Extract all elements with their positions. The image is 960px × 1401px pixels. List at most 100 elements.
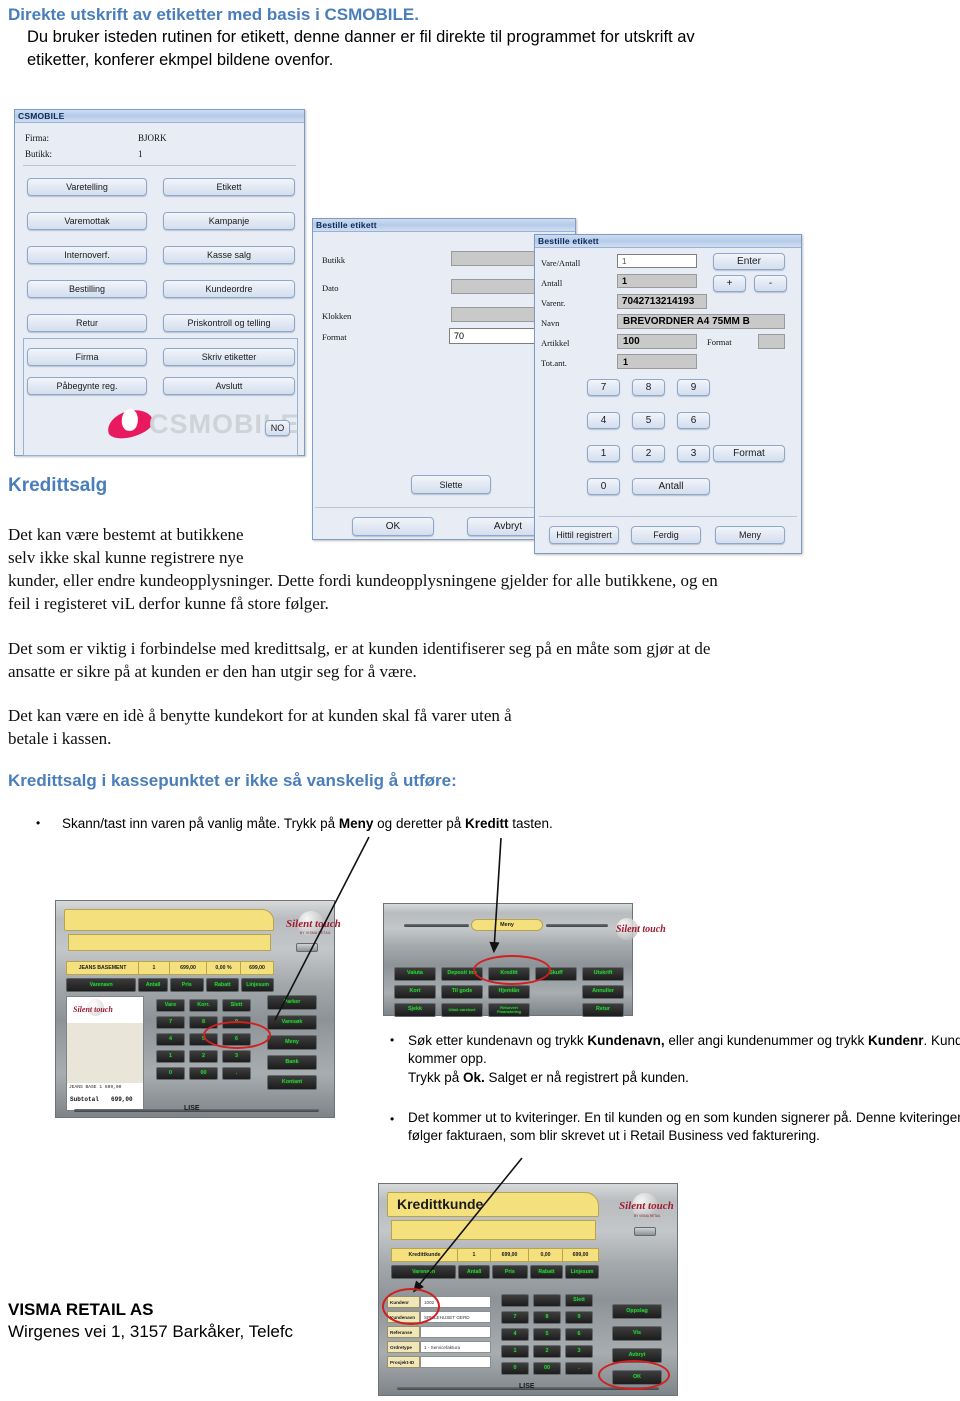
credit-key-slett[interactable]: Slett (565, 1294, 593, 1307)
button-pabegynte-reg[interactable]: Påbegynte reg. (27, 377, 147, 395)
pos-button-varesok[interactable]: Varesøk (267, 1015, 317, 1030)
button-format[interactable]: Format (713, 445, 785, 462)
pos-key-7[interactable]: 7 (156, 1016, 185, 1029)
menu-button-hjemlan[interactable]: Hjemlån (488, 985, 530, 999)
credit-button-oppslag[interactable]: Oppslag (612, 1304, 662, 1319)
menu-button-valuta[interactable]: Valuta (394, 967, 436, 981)
format-side-field[interactable] (758, 334, 785, 349)
credit-key-9[interactable]: 9 (565, 1311, 593, 1324)
credit-key-blank-2[interactable] (533, 1294, 561, 1307)
pos-sale-screen[interactable]: Silent touch BY VISMA RETAIL JEANS BASEM… (55, 900, 341, 1118)
pos-key-2[interactable]: 2 (189, 1050, 218, 1063)
button-avslutt[interactable]: Avslutt (163, 377, 295, 395)
credit-key-period[interactable]: . (565, 1362, 593, 1375)
button-slette[interactable]: Slette (411, 475, 491, 494)
csmobile-window[interactable]: CSMOBILE Firma: BJORK Butikk: 1 Varetell… (14, 109, 305, 456)
keypad-9[interactable]: 9 (677, 379, 710, 396)
button-kasse-salg[interactable]: Kasse salg (163, 246, 295, 264)
keypad-0[interactable]: 0 (587, 478, 620, 495)
credit-key-1[interactable]: 1 (501, 1345, 529, 1358)
line-item-price: 699,00 (170, 962, 207, 974)
credit-form-input-referanse[interactable] (420, 1326, 491, 1338)
keypad-7[interactable]: 7 (587, 379, 620, 396)
language-button-no[interactable]: NO (265, 420, 290, 436)
credit-key-3[interactable]: 3 (565, 1345, 593, 1358)
menu-button-kort[interactable]: Kort (394, 985, 436, 999)
credit-key-5[interactable]: 5 (533, 1328, 561, 1341)
button-minus[interactable]: - (754, 275, 787, 292)
keypad-1[interactable]: 1 (587, 445, 620, 462)
menu-button-uttak[interactable]: Uttak varekort (441, 1003, 483, 1017)
credit-col-pris[interactable]: Pris (492, 1265, 528, 1279)
button-hittil-registrert[interactable]: Hittil registrert (549, 526, 619, 544)
firma-value: BJORK (138, 133, 167, 143)
bestille-etikett-window-right[interactable]: Bestille etikett Vare/Antall 1 Enter Ant… (534, 234, 802, 554)
keypad-3[interactable]: 3 (677, 445, 710, 462)
pos-button-kontant[interactable]: Kontant (267, 1075, 317, 1090)
menu-button-sjekk[interactable]: Sjekk (394, 1003, 436, 1017)
credit-key-0[interactable]: 0 (501, 1362, 529, 1375)
pos-button-parker[interactable]: Parker (267, 995, 317, 1010)
menu-button-returvert[interactable]: Returvert Finansiering (488, 1003, 530, 1017)
pos-key-0[interactable]: 0 (156, 1067, 185, 1080)
credit-key-4[interactable]: 4 (501, 1328, 529, 1341)
menu-button-til-gode[interactable]: Til gode (441, 985, 483, 999)
pos-key-3[interactable]: 3 (222, 1050, 251, 1063)
credit-col-antall[interactable]: Antall (458, 1265, 491, 1279)
button-varetelling[interactable]: Varetelling (27, 178, 147, 196)
button-plus[interactable]: + (713, 275, 746, 292)
button-etikett[interactable]: Etikett (163, 178, 295, 196)
col-linjesum[interactable]: Linjesum (241, 978, 274, 992)
button-kundeordre[interactable]: Kundeordre (163, 280, 295, 298)
button-priskontroll[interactable]: Priskontroll og telling (163, 314, 295, 332)
button-enter[interactable]: Enter (713, 253, 785, 270)
credit-key-8[interactable]: 8 (533, 1311, 561, 1324)
credit-key-blank-1[interactable] (501, 1294, 529, 1307)
bullet1-mid: og deretter på (373, 816, 465, 831)
col-antall[interactable]: Antall (138, 978, 168, 992)
col-pris[interactable]: Pris (169, 978, 204, 992)
button-meny[interactable]: Meny (715, 526, 785, 544)
keypad-2[interactable]: 2 (632, 445, 665, 462)
pos-button-meny[interactable]: Meny (267, 1035, 317, 1050)
credit-key-6[interactable]: 6 (565, 1328, 593, 1341)
credit-col-linjesum[interactable]: Linjesum (565, 1265, 599, 1279)
credit-key-7[interactable]: 7 (501, 1311, 529, 1324)
credit-key-00[interactable]: 00 (533, 1362, 561, 1375)
pos-menu-tab[interactable]: Meny (471, 919, 543, 931)
pos-key-1[interactable]: 1 (156, 1050, 185, 1063)
pos-button-bank[interactable]: Bank (267, 1055, 317, 1070)
button-internoverf[interactable]: Internoverf. (27, 246, 147, 264)
col-rabatt[interactable]: Rabatt (205, 978, 240, 992)
menu-button-retur[interactable]: Retur (582, 1003, 624, 1017)
button-antall[interactable]: Antall (632, 478, 710, 495)
keypad-8[interactable]: 8 (632, 379, 665, 396)
keypad-6[interactable]: 6 (677, 412, 710, 429)
button-kampanje[interactable]: Kampanje (163, 212, 295, 230)
keypad-5[interactable]: 5 (632, 412, 665, 429)
button-retur[interactable]: Retur (27, 314, 147, 332)
pos-key-korr[interactable]: Korr. (189, 999, 218, 1012)
pos-key-period[interactable]: . (222, 1067, 251, 1080)
pos-key-4[interactable]: 4 (156, 1033, 185, 1046)
button-bestilling[interactable]: Bestilling (27, 280, 147, 298)
button-skriv-etiketter[interactable]: Skriv etiketter (163, 348, 295, 366)
credit-col-varenavn[interactable]: Varenavn (391, 1265, 457, 1279)
credit-col-rabatt[interactable]: Rabatt (529, 1265, 564, 1279)
pos-key-slett[interactable]: Slett (222, 999, 251, 1012)
credit-button-vis[interactable]: Vis (612, 1326, 662, 1341)
credit-form-input-prosjektid[interactable] (420, 1356, 491, 1368)
button-ok[interactable]: OK (352, 517, 434, 536)
pos-key-vare[interactable]: Vare (156, 999, 185, 1012)
button-firma[interactable]: Firma (27, 348, 147, 366)
button-varemottak[interactable]: Varemottak (27, 212, 147, 230)
bullet-marker-1: • (36, 816, 41, 830)
keypad-4[interactable]: 4 (587, 412, 620, 429)
col-varenavn[interactable]: Varenavn (66, 978, 137, 992)
button-ferdig[interactable]: Ferdig (631, 526, 701, 544)
menu-button-utskrift[interactable]: Utskrift (582, 967, 624, 981)
menu-button-annuller[interactable]: Annuller (582, 985, 624, 999)
credit-form-input-ordretype[interactable]: 1 - Servicefaktura (420, 1341, 491, 1353)
pos-key-00[interactable]: 00 (189, 1067, 218, 1080)
credit-key-2[interactable]: 2 (533, 1345, 561, 1358)
